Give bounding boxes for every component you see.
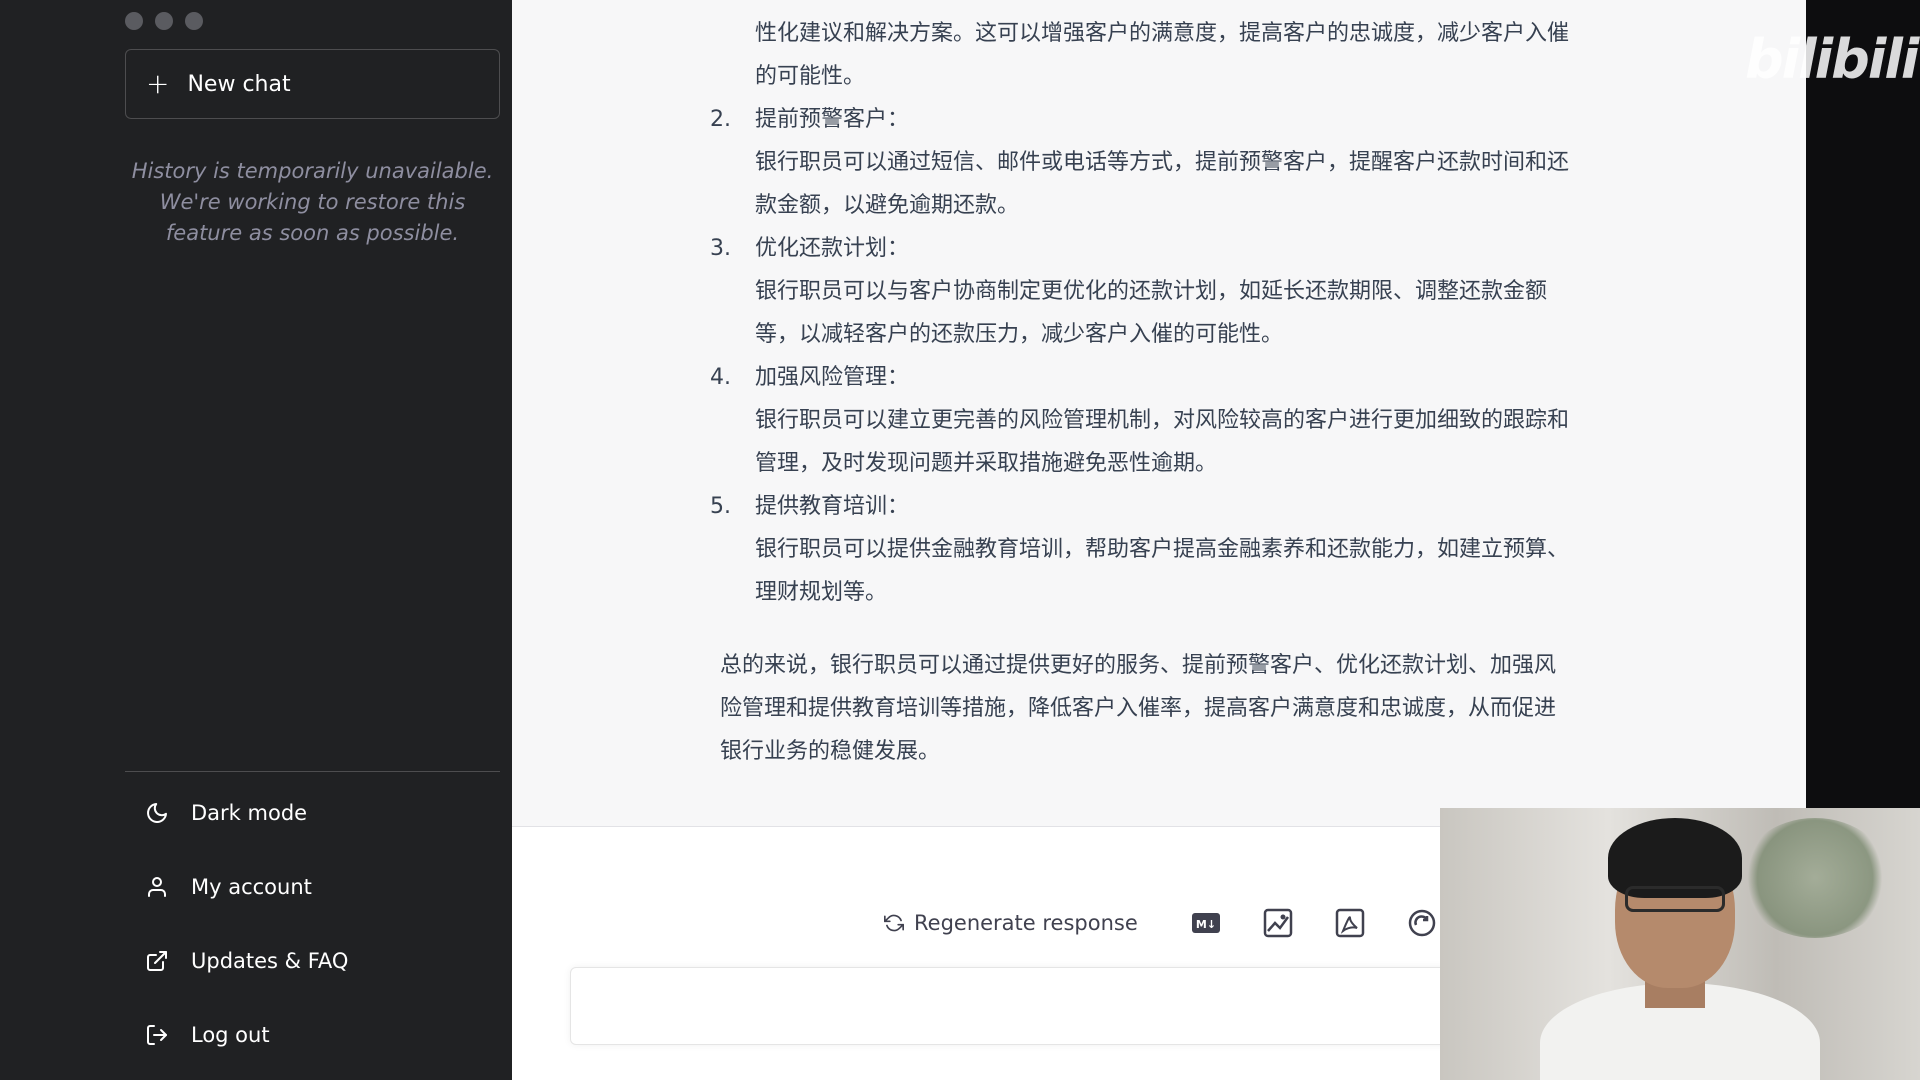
- regenerate-response-button[interactable]: Regenerate response: [872, 905, 1150, 941]
- assistant-message-text: 性化建议和解决方案。这可以增强客户的满意度，提高客户的忠诚度，减少客户入催的可能…: [710, 12, 1570, 773]
- export-image-button[interactable]: [1262, 907, 1294, 939]
- list-item-number: 4.: [710, 365, 731, 390]
- log-out-button[interactable]: Log out: [125, 998, 500, 1072]
- export-pdf-button[interactable]: [1334, 907, 1366, 939]
- list-item: 4. 加强风险管理：: [710, 356, 1570, 399]
- list-item-title: 优化还款计划：: [755, 236, 910, 261]
- list-item: 5. 提供教育培训：: [710, 485, 1570, 528]
- log-out-label: Log out: [191, 1023, 270, 1047]
- maximize-window-button[interactable]: [185, 12, 203, 30]
- markdown-export-icon: M↓: [1191, 913, 1220, 933]
- share-icon: [1408, 909, 1436, 937]
- my-account-button[interactable]: My account: [125, 850, 500, 924]
- assistant-message: 性化建议和解决方案。这可以增强客户的满意度，提高客户的忠诚度，减少客户入催的可能…: [512, 0, 1806, 826]
- image-export-icon: [1263, 908, 1293, 938]
- my-account-label: My account: [191, 875, 312, 899]
- regenerate-response-label: Regenerate response: [914, 911, 1138, 935]
- history-unavailable-note: History is temporarily unavailable. We'r…: [131, 159, 494, 245]
- list-item: 2. 提前预警客户：: [710, 98, 1570, 141]
- list-item-title: 提供教育培训：: [755, 494, 910, 519]
- updates-faq-label: Updates & FAQ: [191, 949, 349, 973]
- item-1-continuation: 性化建议和解决方案。这可以增强客户的满意度，提高客户的忠诚度，减少客户入催的可能…: [755, 21, 1570, 89]
- updates-faq-link[interactable]: Updates & FAQ: [125, 924, 500, 998]
- list-item-body: 银行职员可以提供金融教育培训，帮助客户提高金融素养和还款能力，如建立预算、理财规…: [755, 537, 1570, 605]
- sidebar: + New chat History is temporarily unavai…: [0, 0, 512, 1080]
- bilibili-watermark: bilibili: [1745, 28, 1919, 91]
- summary-paragraph: 总的来说，银行职员可以通过提供更好的服务、提前预警客户、优化还款计划、加强风险管…: [720, 653, 1557, 764]
- list-item-number: 5.: [710, 494, 731, 519]
- list-item-title: 加强风险管理：: [755, 365, 910, 390]
- minimize-window-button[interactable]: [155, 12, 173, 30]
- webcam-overlay: [1440, 808, 1920, 1080]
- sidebar-divider: [125, 771, 500, 772]
- list-item-body: 银行职员可以与客户协商制定更优化的还款计划，如延长还款期限、调整还款金额等，以减…: [755, 279, 1548, 347]
- response-actions: Regenerate response M↓: [872, 905, 1438, 941]
- close-window-button[interactable]: [125, 12, 143, 30]
- dark-mode-label: Dark mode: [191, 801, 308, 825]
- plant-image: [1740, 818, 1890, 938]
- window-controls: [125, 12, 203, 30]
- list-item-title: 提前预警客户：: [755, 107, 910, 132]
- dark-mode-button[interactable]: Dark mode: [125, 776, 500, 850]
- plus-icon: +: [146, 67, 170, 100]
- moon-icon: [147, 803, 167, 823]
- list-item: 3. 优化还款计划：: [710, 227, 1570, 270]
- glasses-image: [1625, 886, 1725, 912]
- list-item-body: 银行职员可以通过短信、邮件或电话等方式，提前预警客户，提醒客户还款时间和还款金额…: [755, 150, 1570, 218]
- svg-text:M↓: M↓: [1196, 918, 1216, 931]
- list-item-number: 3.: [710, 236, 731, 261]
- new-chat-label: New chat: [187, 71, 291, 97]
- logout-icon: [147, 1025, 167, 1045]
- export-markdown-button[interactable]: M↓: [1190, 907, 1222, 939]
- external-link-icon: [147, 951, 167, 971]
- refresh-icon: [884, 914, 904, 932]
- share-button[interactable]: [1406, 907, 1438, 939]
- list-item-number: 2.: [710, 107, 731, 132]
- new-chat-button[interactable]: + New chat: [125, 49, 500, 119]
- list-item-body: 银行职员可以建立更完善的风险管理机制，对风险较高的客户进行更加细致的跟踪和管理，…: [755, 408, 1570, 476]
- pdf-export-icon: [1335, 908, 1365, 938]
- sidebar-menu: Dark mode My account Updates & FAQ Log o…: [125, 776, 500, 1072]
- user-icon: [148, 877, 166, 897]
